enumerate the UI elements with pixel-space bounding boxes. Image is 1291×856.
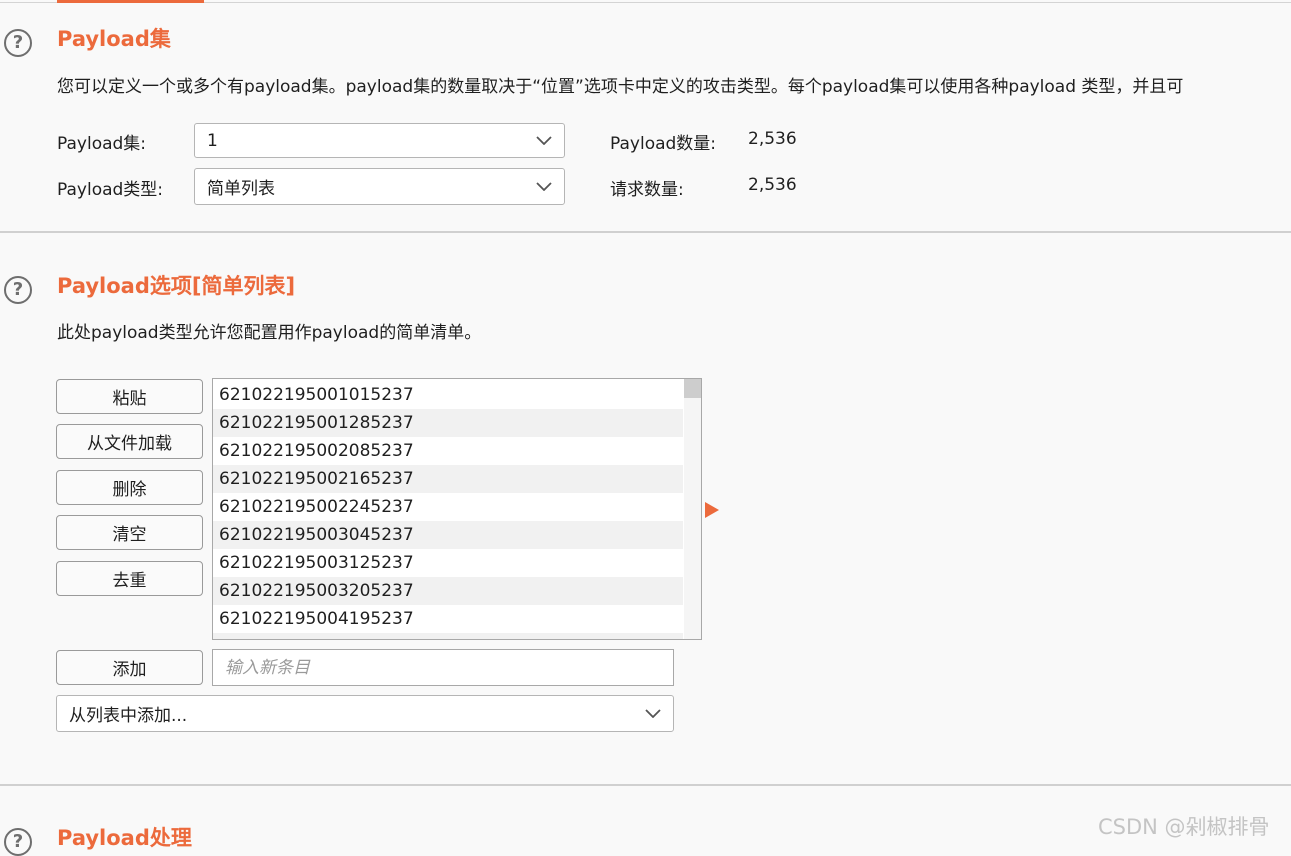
help-icon[interactable]: ? xyxy=(4,276,32,304)
paste-button[interactable]: 粘贴 xyxy=(56,379,203,414)
payload-type-value: 简单列表 xyxy=(207,179,275,199)
add-from-list-select[interactable]: 从列表中添加... xyxy=(56,695,674,732)
list-item[interactable]: 621022195003205237 xyxy=(213,577,683,605)
watermark: CSDN @剁椒排骨 xyxy=(1098,815,1270,839)
section-title-payload-sets: Payload集 xyxy=(57,27,171,51)
list-item[interactable]: 621022195002165237 xyxy=(213,465,683,493)
payload-options-description: 此处payload类型允许您配置用作payload的简单清单。 xyxy=(57,323,482,343)
list-item-partial xyxy=(213,633,683,639)
list-item[interactable]: 621022195003125237 xyxy=(213,549,683,577)
list-item[interactable]: 621022195001015237 xyxy=(213,381,683,409)
list-item[interactable]: 621022195002245237 xyxy=(213,493,683,521)
request-count-value: 2,536 xyxy=(748,175,797,195)
section-divider xyxy=(0,231,1291,233)
chevron-down-icon xyxy=(536,135,552,145)
scrollbar-thumb[interactable] xyxy=(684,379,701,398)
load-from-file-button[interactable]: 从文件加载 xyxy=(56,424,203,459)
payload-list[interactable]: 621022195001015237 621022195001285237 62… xyxy=(212,378,702,640)
add-button[interactable]: 添加 xyxy=(56,650,203,685)
help-icon[interactable]: ? xyxy=(4,828,32,856)
payload-set-value: 1 xyxy=(207,130,218,151)
payload-set-select[interactable]: 1 xyxy=(194,123,565,158)
list-item[interactable]: 621022195001285237 xyxy=(213,409,683,437)
payload-count-label: Payload数量: xyxy=(610,134,717,154)
list-item[interactable]: 621022195003045237 xyxy=(213,521,683,549)
section-title-payload-processing: Payload处理 xyxy=(57,826,192,850)
payload-type-select[interactable]: 简单列表 xyxy=(194,168,565,205)
active-tab-indicator xyxy=(57,0,204,3)
list-scrollbar[interactable] xyxy=(684,379,701,639)
remove-button[interactable]: 删除 xyxy=(56,470,203,505)
payload-set-label: Payload集: xyxy=(57,134,147,154)
help-icon[interactable]: ? xyxy=(4,29,32,57)
chevron-down-icon xyxy=(645,708,661,718)
payload-count-value: 2,536 xyxy=(748,129,797,149)
expand-arrow-icon[interactable] xyxy=(705,502,719,518)
section-title-payload-options: Payload选项[简单列表] xyxy=(57,274,296,298)
payload-type-label: Payload类型: xyxy=(57,180,164,200)
request-count-label: 请求数量: xyxy=(610,180,684,200)
payload-sets-description: 您可以定义一个或多个有payload集。payload集的数量取决于“位置”选项… xyxy=(57,77,1184,97)
add-from-list-label: 从列表中添加... xyxy=(69,706,188,726)
list-item[interactable]: 621022195002085237 xyxy=(213,437,683,465)
new-item-input[interactable] xyxy=(212,649,674,686)
deduplicate-button[interactable]: 去重 xyxy=(56,561,203,596)
section-divider xyxy=(0,784,1291,786)
list-item[interactable]: 621022195004195237 xyxy=(213,605,683,633)
chevron-down-icon xyxy=(536,181,552,191)
clear-button[interactable]: 清空 xyxy=(56,515,203,550)
